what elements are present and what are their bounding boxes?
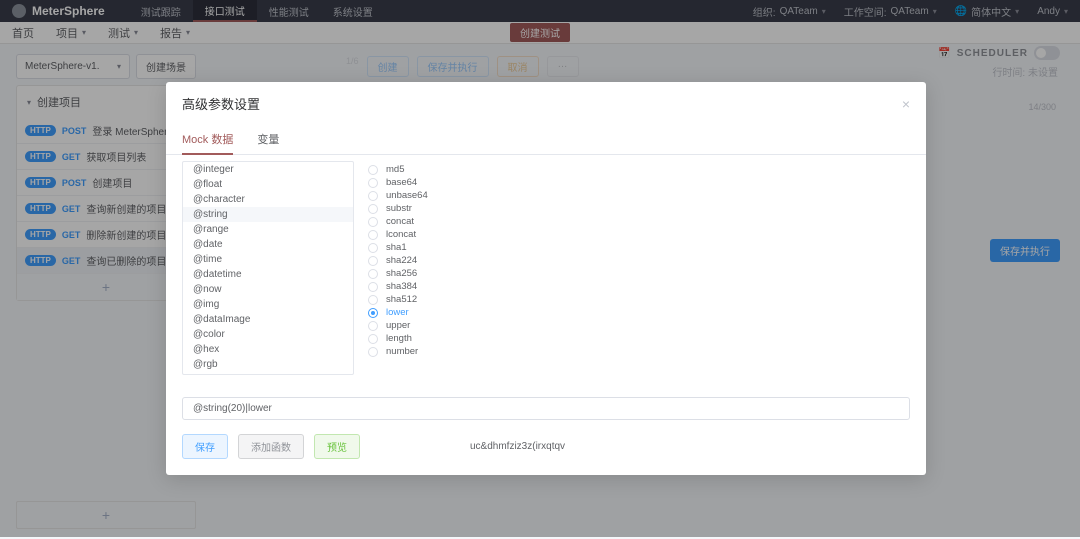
transform-label: sha224: [386, 255, 417, 266]
transform-label: lower: [386, 307, 409, 318]
transform-label: sha384: [386, 281, 417, 292]
radio-icon: [368, 269, 378, 279]
mock-function-item[interactable]: @hex: [183, 342, 353, 357]
transform-option[interactable]: lconcat: [368, 228, 896, 241]
radio-icon: [368, 230, 378, 240]
mock-function-item[interactable]: @string: [183, 207, 353, 222]
transform-option[interactable]: concat: [368, 215, 896, 228]
mock-function-item[interactable]: @character: [183, 192, 353, 207]
close-icon[interactable]: ×: [902, 96, 910, 112]
mock-function-item[interactable]: @integer: [183, 162, 353, 177]
transform-label: upper: [386, 320, 410, 331]
modal-body: @integer@float@character@string@range@da…: [166, 155, 926, 385]
modal-footer: 保存 添加函数 预览 uc&dhmfziz3z(irxqtqv: [166, 420, 926, 475]
radio-icon: [368, 256, 378, 266]
modal-title: 高级参数设置: [182, 94, 260, 113]
mock-function-item[interactable]: @time: [183, 252, 353, 267]
radio-icon: [368, 295, 378, 305]
transform-option[interactable]: sha1: [368, 241, 896, 254]
mock-function-item[interactable]: @now: [183, 282, 353, 297]
transform-option[interactable]: number: [368, 345, 896, 358]
transform-option[interactable]: upper: [368, 319, 896, 332]
transform-list: md5 base64 unbase64 substr concat lconcat sha1…: [354, 161, 910, 375]
radio-icon: [368, 191, 378, 201]
preview-button[interactable]: 预览: [314, 434, 360, 459]
preview-result: uc&dhmfziz3z(irxqtqv: [470, 441, 565, 452]
transform-label: length: [386, 333, 412, 344]
transform-option[interactable]: substr: [368, 202, 896, 215]
transform-option[interactable]: length: [368, 332, 896, 345]
mock-function-item[interactable]: @color: [183, 327, 353, 342]
radio-icon: [368, 282, 378, 292]
transform-option[interactable]: sha256: [368, 267, 896, 280]
mock-function-item[interactable]: @rgb: [183, 357, 353, 372]
expression-input[interactable]: [182, 397, 910, 420]
mock-function-item[interactable]: @datetime: [183, 267, 353, 282]
radio-icon: [368, 243, 378, 253]
tab-mock-data[interactable]: Mock 数据: [182, 125, 233, 155]
radio-icon: [368, 321, 378, 331]
mock-function-item[interactable]: @rgba: [183, 372, 353, 374]
advanced-param-modal: 高级参数设置 × Mock 数据 变量 @integer@float@chara…: [166, 82, 926, 475]
save-button[interactable]: 保存: [182, 434, 228, 459]
radio-icon: [368, 204, 378, 214]
transform-option[interactable]: sha512: [368, 293, 896, 306]
transform-label: concat: [386, 216, 414, 227]
modal-header: 高级参数设置 ×: [166, 82, 926, 125]
transform-label: lconcat: [386, 229, 416, 240]
transform-option[interactable]: md5: [368, 163, 896, 176]
transform-option[interactable]: base64: [368, 176, 896, 189]
expression-row: [166, 385, 926, 420]
transform-option[interactable]: lower: [368, 306, 896, 319]
mock-function-item[interactable]: @range: [183, 222, 353, 237]
radio-icon: [368, 347, 378, 357]
mock-function-item[interactable]: @img: [183, 297, 353, 312]
transform-label: sha256: [386, 268, 417, 279]
transform-label: substr: [386, 203, 412, 214]
radio-icon: [368, 308, 378, 318]
transform-label: unbase64: [386, 190, 428, 201]
transform-label: sha512: [386, 294, 417, 305]
transform-option[interactable]: sha224: [368, 254, 896, 267]
tab-variables[interactable]: 变量: [257, 125, 279, 154]
transform-option[interactable]: sha384: [368, 280, 896, 293]
mock-function-item[interactable]: @dataImage: [183, 312, 353, 327]
transform-label: sha1: [386, 242, 407, 253]
mock-function-item[interactable]: @float: [183, 177, 353, 192]
transform-option[interactable]: unbase64: [368, 189, 896, 202]
radio-icon: [368, 178, 378, 188]
add-function-button[interactable]: 添加函数: [238, 434, 304, 459]
transform-label: base64: [386, 177, 417, 188]
radio-icon: [368, 165, 378, 175]
transform-label: md5: [386, 164, 404, 175]
radio-icon: [368, 334, 378, 344]
modal-tabs: Mock 数据 变量: [166, 125, 926, 155]
mock-function-item[interactable]: @date: [183, 237, 353, 252]
transform-label: number: [386, 346, 418, 357]
mock-function-list[interactable]: @integer@float@character@string@range@da…: [182, 161, 354, 375]
radio-icon: [368, 217, 378, 227]
